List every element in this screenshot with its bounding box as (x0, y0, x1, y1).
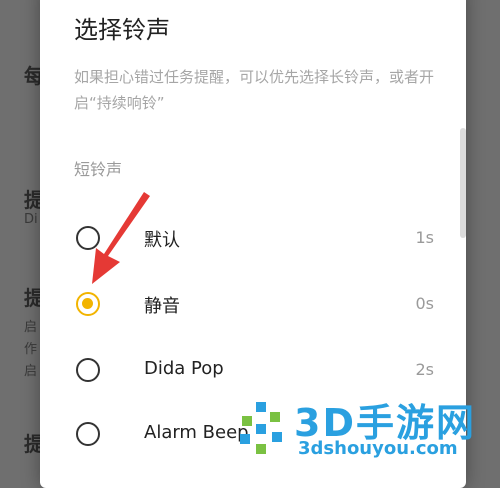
ringtone-duration: 0s (415, 294, 434, 313)
bg-sub-3b: 作 (24, 342, 38, 357)
watermark: 3D手游网 3dshouyou.com (234, 392, 494, 464)
annotation-arrow-icon (92, 192, 150, 284)
ringtone-label: Alarm Beep (144, 422, 249, 443)
radio-unchecked-icon[interactable] (76, 358, 100, 382)
watermark-logo-icon (240, 402, 282, 454)
dialog-title: 选择铃声 (74, 16, 170, 44)
section-label-short: 短铃声 (74, 160, 123, 179)
bg-sub-3c: 启 (24, 364, 38, 379)
ringtone-duration: 1s (415, 228, 434, 247)
bg-sub-2: Di (24, 212, 38, 227)
ringtone-duration: 2s (415, 360, 434, 379)
watermark-url: 3dshouyou.com (298, 438, 458, 459)
ringtone-label: 静音 (144, 296, 180, 317)
radio-unchecked-icon[interactable] (76, 422, 100, 446)
bg-sub-3a: 启 (24, 320, 38, 335)
dialog-description: 如果担心错过任务提醒，可以优先选择长铃声，或者开启“持续响铃” (74, 68, 435, 112)
ringtone-label: Dida Pop (144, 358, 224, 379)
radio-checked-icon[interactable] (76, 292, 100, 316)
